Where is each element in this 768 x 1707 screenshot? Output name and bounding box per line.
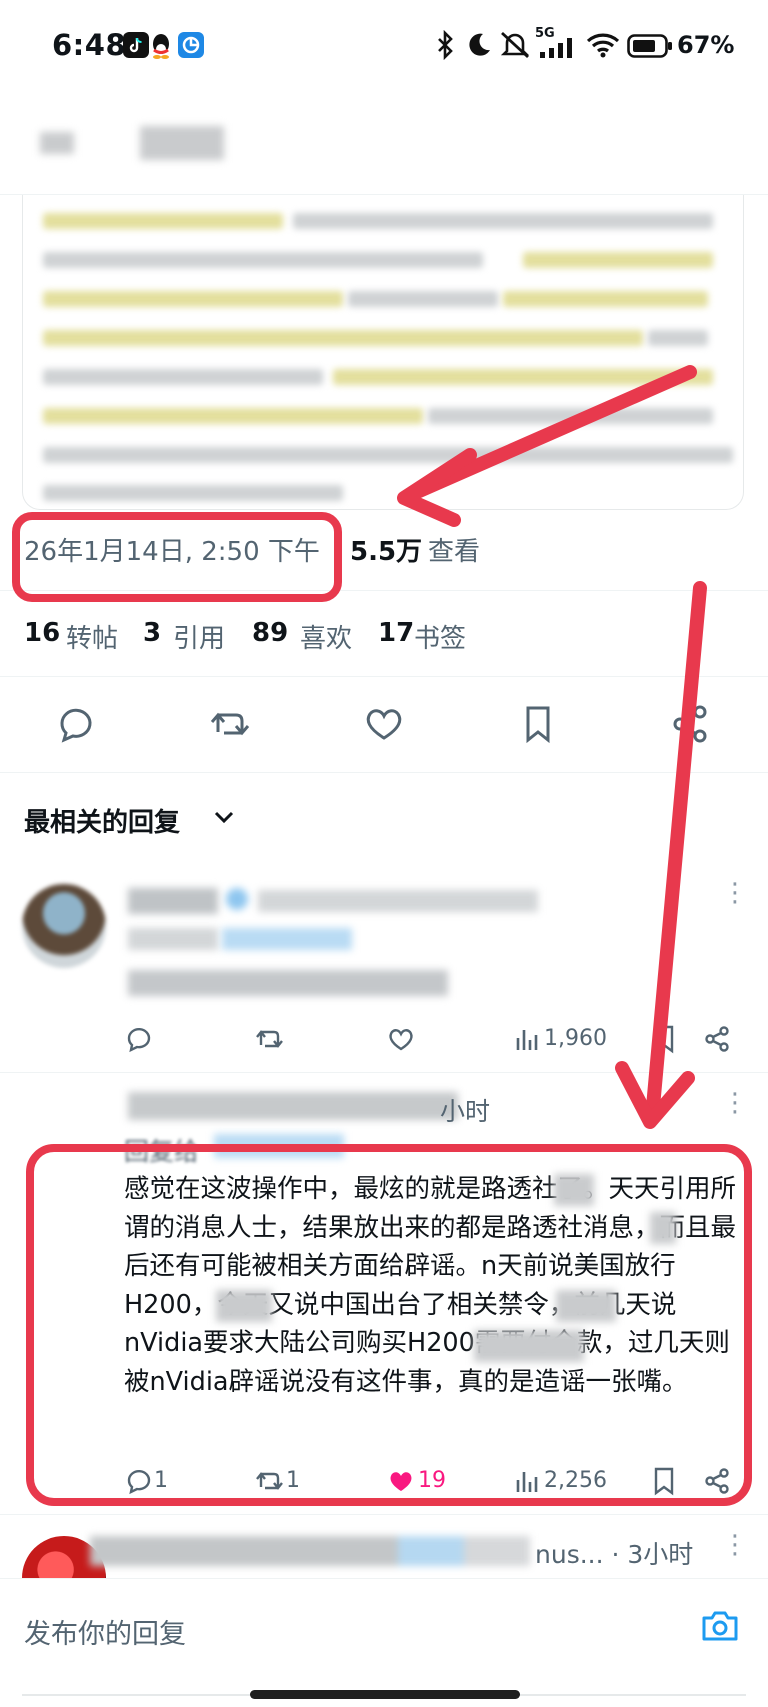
annotation-arrows xyxy=(397,365,707,1129)
